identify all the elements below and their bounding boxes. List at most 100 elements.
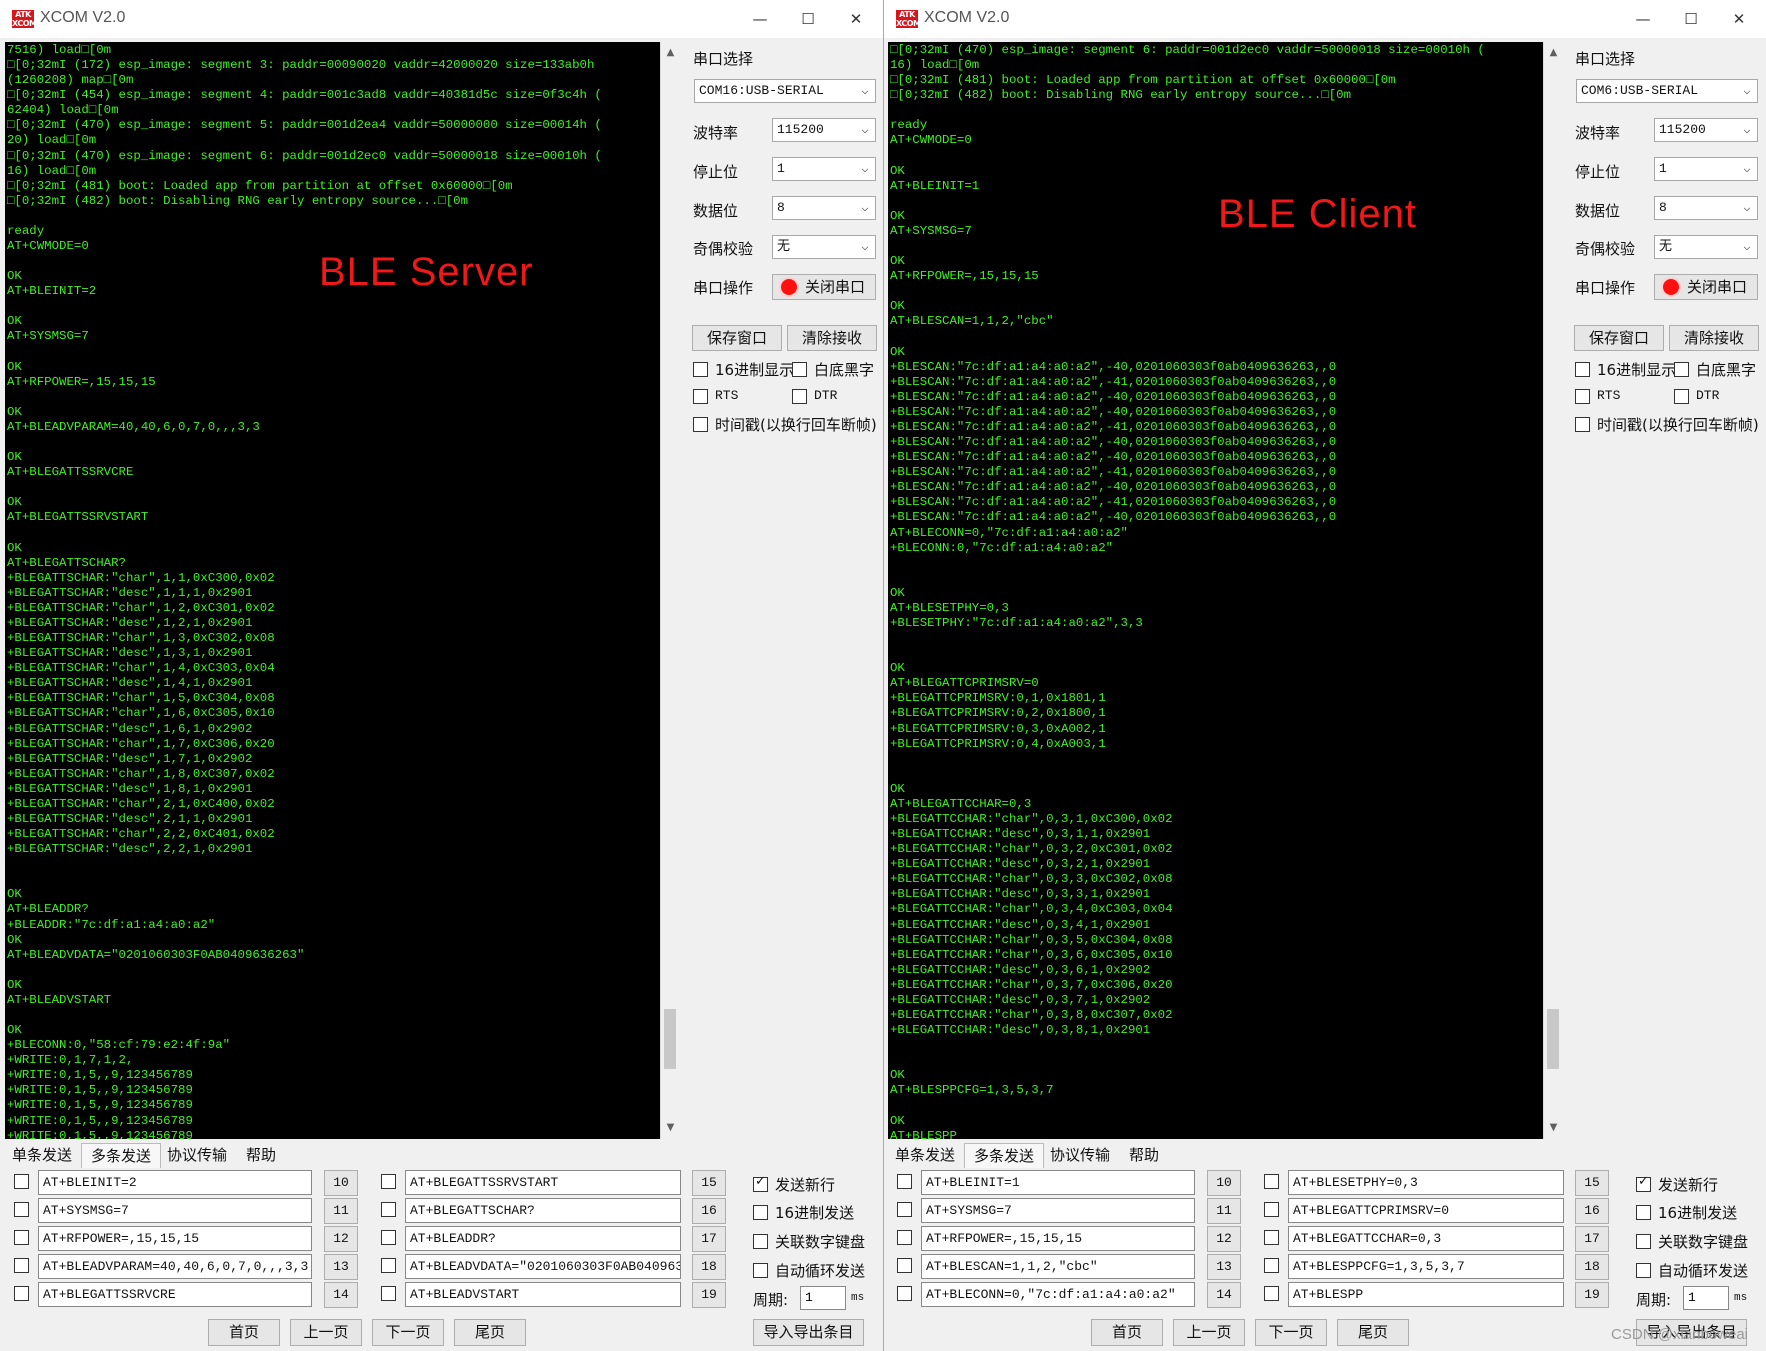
dtr-checkbox[interactable] (1674, 389, 1689, 404)
cmd-checkbox[interactable] (897, 1230, 912, 1245)
timestamp-checkbox[interactable] (1575, 417, 1590, 432)
close-port-button[interactable]: 关闭串口 (772, 274, 876, 300)
period-input[interactable]: 1 (800, 1286, 846, 1310)
scroll-up-icon[interactable]: ▲ (1544, 44, 1563, 62)
auto-loop-checkbox[interactable] (753, 1263, 768, 1278)
close-port-button[interactable]: 关闭串口 (1654, 274, 1758, 300)
send-cmd-button[interactable]: 14 (324, 1282, 358, 1308)
cmd-checkbox[interactable] (14, 1258, 29, 1273)
cmd-input[interactable]: AT+BLEADVPARAM=40,40,6,0,7,0,,,3,3 (38, 1254, 312, 1279)
prev-page-button[interactable]: 上一页 (290, 1319, 362, 1346)
cmd-input[interactable]: AT+BLESCAN=1,1,2,"cbc" (921, 1254, 1195, 1279)
tab-help[interactable]: 帮助 (1116, 1143, 1172, 1168)
hex-send-checkbox[interactable] (1636, 1205, 1651, 1220)
send-cmd-button[interactable]: 14 (1207, 1282, 1241, 1308)
cmd-checkbox[interactable] (897, 1174, 912, 1189)
cmd-checkbox[interactable] (897, 1258, 912, 1273)
save-window-button[interactable]: 保存窗口 (1574, 325, 1664, 351)
white-bg-checkbox[interactable] (1674, 362, 1689, 377)
tab-multi-send[interactable]: 多条发送 (964, 1143, 1044, 1168)
send-cmd-button[interactable]: 19 (1575, 1282, 1609, 1308)
tab-protocol[interactable]: 协议传输 (161, 1143, 233, 1168)
cmd-input[interactable]: AT+BLECONN=0,"7c:df:a1:a4:a0:a2" (921, 1282, 1195, 1307)
cmd-input[interactable]: AT+BLESPPCFG=1,3,5,3,7 (1288, 1254, 1564, 1279)
cmd-input[interactable]: AT+BLESPP (1288, 1282, 1564, 1307)
send-cmd-button[interactable]: 11 (1207, 1198, 1241, 1224)
send-cmd-button[interactable]: 13 (1207, 1254, 1241, 1280)
cmd-input[interactable]: AT+BLEGATTSCHAR? (405, 1198, 681, 1223)
data-bits-select[interactable]: 8 ⌵ (1654, 196, 1758, 220)
tab-multi-send[interactable]: 多条发送 (81, 1143, 161, 1168)
send-cmd-button[interactable]: 18 (1575, 1254, 1609, 1280)
data-bits-select[interactable]: 8 ⌵ (772, 196, 876, 220)
rts-checkbox[interactable] (1575, 389, 1590, 404)
dtr-checkbox[interactable] (792, 389, 807, 404)
scroll-thumb[interactable] (664, 1009, 676, 1070)
tab-single-send[interactable]: 单条发送 (891, 1143, 959, 1168)
cmd-checkbox[interactable] (897, 1202, 912, 1217)
auto-loop-checkbox[interactable] (1636, 1263, 1651, 1278)
cmd-checkbox[interactable] (14, 1230, 29, 1245)
scroll-up-icon[interactable]: ▲ (661, 44, 680, 62)
clear-receive-button[interactable]: 清除接收 (1669, 325, 1759, 351)
terminal-scrollbar[interactable]: ▲ ▼ (1543, 42, 1563, 1139)
cmd-checkbox[interactable] (381, 1258, 396, 1273)
cmd-input[interactable]: AT+BLEADDR? (405, 1226, 681, 1251)
link-keypad-checkbox[interactable] (1636, 1234, 1651, 1249)
cmd-input[interactable]: AT+SYSMSG=7 (38, 1198, 312, 1223)
cmd-checkbox[interactable] (14, 1202, 29, 1217)
send-cmd-button[interactable]: 18 (692, 1254, 726, 1280)
terminal-scrollbar[interactable]: ▲ ▼ (660, 42, 680, 1139)
cmd-checkbox[interactable] (14, 1174, 29, 1189)
timestamp-checkbox[interactable] (693, 417, 708, 432)
clear-receive-button[interactable]: 清除接收 (787, 325, 877, 351)
send-cmd-button[interactable]: 16 (1575, 1198, 1609, 1224)
first-page-button[interactable]: 首页 (1091, 1319, 1163, 1346)
last-page-button[interactable]: 尾页 (1337, 1319, 1409, 1346)
stop-bits-select[interactable]: 1 ⌵ (1654, 157, 1758, 181)
period-input[interactable]: 1 (1683, 1286, 1729, 1310)
cmd-input[interactable]: AT+BLEINIT=2 (38, 1170, 312, 1195)
hex-send-checkbox[interactable] (753, 1205, 768, 1220)
rts-checkbox[interactable] (693, 389, 708, 404)
port-select[interactable]: COM16:USB-SERIAL ⌵ (694, 79, 876, 103)
cmd-checkbox[interactable] (1264, 1286, 1279, 1301)
send-newline-checkbox[interactable] (1636, 1174, 1651, 1192)
link-keypad-checkbox[interactable] (753, 1234, 768, 1249)
cmd-checkbox[interactable] (381, 1230, 396, 1245)
cmd-input[interactable]: AT+RFPOWER=,15,15,15 (38, 1226, 312, 1251)
baud-select[interactable]: 115200 ⌵ (1654, 118, 1758, 142)
scroll-down-icon[interactable]: ▼ (1544, 1119, 1563, 1137)
tab-help[interactable]: 帮助 (233, 1143, 289, 1168)
cmd-checkbox[interactable] (1264, 1258, 1279, 1273)
import-export-button[interactable]: 导入导出条目 (753, 1319, 864, 1346)
cmd-input[interactable]: AT+BLEINIT=1 (921, 1170, 1195, 1195)
cmd-input[interactable]: AT+BLEGATTCPRIMSRV=0 (1288, 1198, 1564, 1223)
send-cmd-button[interactable]: 16 (692, 1198, 726, 1224)
cmd-checkbox[interactable] (381, 1286, 396, 1301)
white-bg-checkbox[interactable] (792, 362, 807, 377)
send-cmd-button[interactable]: 15 (692, 1170, 726, 1196)
receive-terminal[interactable]: 7516) load□[0m □[0;32mI (172) esp_image:… (5, 42, 660, 1139)
first-page-button[interactable]: 首页 (208, 1319, 280, 1346)
next-page-button[interactable]: 下一页 (372, 1319, 444, 1346)
cmd-input[interactable]: AT+BLEGATTCCHAR=0,3 (1288, 1226, 1564, 1251)
hex-display-checkbox[interactable] (1575, 362, 1590, 377)
send-cmd-button[interactable]: 13 (324, 1254, 358, 1280)
send-cmd-button[interactable]: 15 (1575, 1170, 1609, 1196)
send-cmd-button[interactable]: 12 (324, 1226, 358, 1252)
send-cmd-button[interactable]: 11 (324, 1198, 358, 1224)
next-page-button[interactable]: 下一页 (1255, 1319, 1327, 1346)
cmd-checkbox[interactable] (381, 1174, 396, 1189)
hex-display-checkbox[interactable] (693, 362, 708, 377)
cmd-input[interactable]: AT+BLEADVDATA="0201060303F0AB0409636 (405, 1254, 681, 1279)
send-cmd-button[interactable]: 17 (692, 1226, 726, 1252)
cmd-input[interactable]: AT+BLEADVSTART (405, 1282, 681, 1307)
parity-select[interactable]: 无 ⌵ (1654, 235, 1758, 259)
cmd-input[interactable]: AT+RFPOWER=,15,15,15 (921, 1226, 1195, 1251)
scroll-thumb[interactable] (1547, 1009, 1559, 1070)
baud-select[interactable]: 115200 ⌵ (772, 118, 876, 142)
cmd-input[interactable]: AT+BLESETPHY=0,3 (1288, 1170, 1564, 1195)
send-cmd-button[interactable]: 19 (692, 1282, 726, 1308)
tab-protocol[interactable]: 协议传输 (1044, 1143, 1116, 1168)
